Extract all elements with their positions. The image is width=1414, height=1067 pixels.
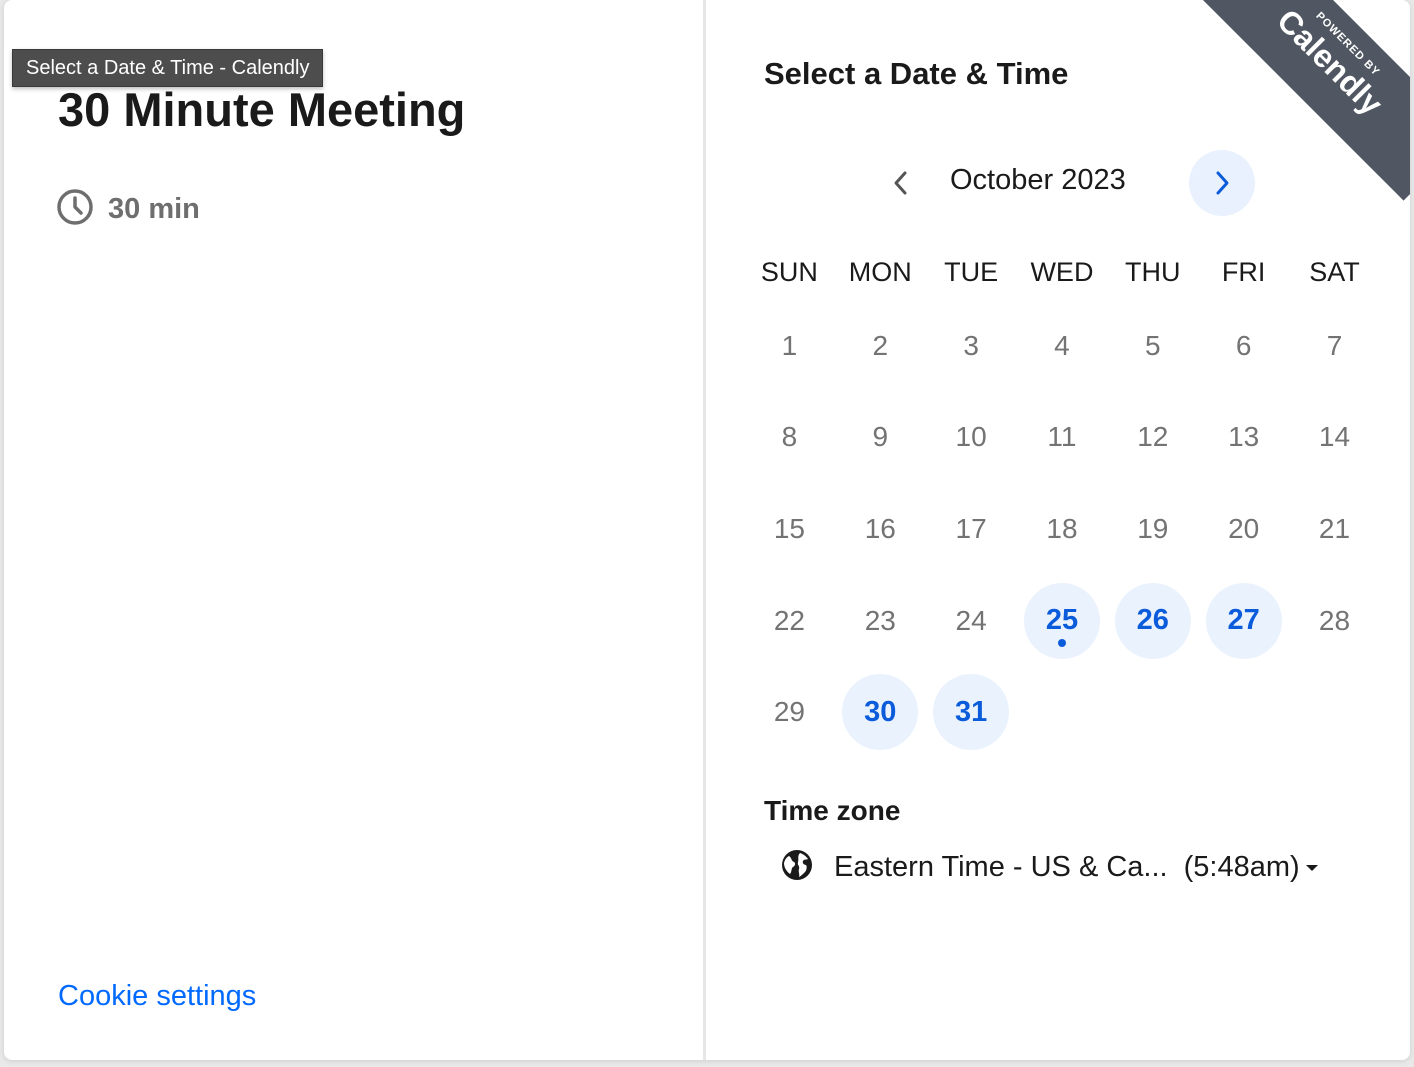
calendar-day-30[interactable]: 30 bbox=[835, 666, 926, 758]
weekday-thu: THU bbox=[1125, 257, 1181, 287]
timezone-current-time: (5:48am) bbox=[1183, 851, 1300, 883]
weekday-sun: SUN bbox=[760, 257, 818, 287]
calendar-day-3: 3 bbox=[926, 300, 1017, 392]
weekday-tue: TUE bbox=[944, 257, 999, 287]
calendar-day-29: 29 bbox=[744, 666, 835, 758]
day-number: 6 bbox=[1235, 329, 1252, 361]
day-number: 20 bbox=[1228, 512, 1260, 544]
calendar-day-31[interactable]: 31 bbox=[926, 666, 1017, 758]
event-title: 30 Minute Meeting bbox=[58, 83, 466, 136]
event-details-panel: 30 Minute Meeting 30 min Cookie settings bbox=[4, 0, 706, 1060]
day-number: 10 bbox=[955, 421, 987, 453]
weekday-wed: WED bbox=[1030, 257, 1094, 287]
timezone-selector[interactable]: Eastern Time - US & Ca... (5:48am) bbox=[780, 848, 1318, 887]
calendar-day-19: 19 bbox=[1107, 483, 1198, 575]
day-number: 9 bbox=[872, 421, 889, 453]
calendar-grid: 1 2 3 4 5 6 7 8 9 10 11 12 13 14 15 16 17 18 19 20 21 22 23 24 2… bbox=[744, 300, 1380, 758]
calendar-day-17: 17 bbox=[926, 483, 1017, 575]
day-number: 19 bbox=[1137, 512, 1169, 544]
event-duration: 30 min bbox=[56, 188, 200, 231]
previous-month-button[interactable] bbox=[868, 150, 934, 216]
day-number: 16 bbox=[864, 512, 896, 544]
calendar-day-1: 1 bbox=[744, 300, 835, 392]
weekday-mon: MON bbox=[848, 257, 912, 287]
calendar-day-12: 12 bbox=[1107, 392, 1198, 484]
caret-down-icon bbox=[1305, 864, 1318, 871]
calendar-day-20: 20 bbox=[1198, 483, 1289, 575]
day-number: 4 bbox=[1054, 329, 1070, 361]
calendar-day-6: 6 bbox=[1198, 300, 1289, 392]
chevron-left-icon bbox=[894, 171, 907, 195]
calendar-day-15: 15 bbox=[744, 483, 835, 575]
available-day-button[interactable]: 31 bbox=[933, 674, 1010, 751]
clock-icon bbox=[56, 188, 94, 231]
calendar-day-13: 13 bbox=[1198, 392, 1289, 484]
calendar-day-9: 9 bbox=[835, 392, 926, 484]
duration-label: 30 min bbox=[108, 193, 200, 225]
day-number: 24 bbox=[955, 604, 987, 636]
day-number: 3 bbox=[963, 329, 979, 361]
day-number: 26 bbox=[1136, 604, 1169, 637]
day-number: 22 bbox=[773, 604, 805, 636]
available-day-button[interactable]: 26 bbox=[1114, 582, 1191, 659]
timezone-name: Eastern Time - US & Ca... bbox=[834, 851, 1168, 883]
day-number: 31 bbox=[954, 695, 988, 728]
calendar-day-26[interactable]: 26 bbox=[1107, 575, 1198, 667]
day-number: 7 bbox=[1326, 329, 1343, 361]
calendar-day-16: 16 bbox=[835, 483, 926, 575]
available-day-button[interactable]: 30 bbox=[842, 674, 919, 751]
day-number: 1 bbox=[781, 329, 798, 361]
day-number: 2 bbox=[872, 329, 889, 361]
weekday-fri: FRI bbox=[1221, 257, 1266, 287]
today-indicator-dot bbox=[1057, 638, 1066, 647]
calendar-day-25[interactable]: 25 bbox=[1017, 575, 1108, 667]
available-day-button[interactable]: 25 bbox=[1023, 582, 1100, 659]
calendar-day-22: 22 bbox=[744, 575, 835, 667]
day-number: 21 bbox=[1318, 512, 1351, 544]
weekday-sat: SAT bbox=[1309, 257, 1360, 287]
calendar-day-28: 28 bbox=[1289, 575, 1380, 667]
calendar-day-21: 21 bbox=[1289, 483, 1380, 575]
day-number: 28 bbox=[1318, 604, 1351, 636]
date-picker-panel: POWERED BY Calendly Select a Date & Time… bbox=[706, 0, 1410, 1060]
calendar-day-4: 4 bbox=[1017, 300, 1108, 392]
calendar-day-11: 11 bbox=[1017, 392, 1108, 484]
next-month-button[interactable] bbox=[1189, 150, 1255, 216]
calendar-day-14: 14 bbox=[1289, 392, 1380, 484]
day-number: 13 bbox=[1228, 421, 1260, 453]
calendar-day-5: 5 bbox=[1107, 300, 1198, 392]
day-number: 17 bbox=[955, 512, 987, 544]
day-number: 27 bbox=[1227, 604, 1260, 637]
day-number: 12 bbox=[1137, 421, 1169, 453]
calendar-day-24: 24 bbox=[926, 575, 1017, 667]
available-day-button[interactable]: 27 bbox=[1205, 582, 1282, 659]
day-number: 5 bbox=[1145, 329, 1161, 361]
calendar-day-7: 7 bbox=[1289, 300, 1380, 392]
calendar-day-10: 10 bbox=[926, 392, 1017, 484]
day-number: 8 bbox=[781, 421, 798, 453]
timezone-title: Time zone bbox=[764, 795, 901, 826]
month-label: October 2023 bbox=[950, 164, 1126, 196]
calendar-day-2: 2 bbox=[835, 300, 926, 392]
day-number: 30 bbox=[864, 695, 897, 728]
calendar-day-8: 8 bbox=[744, 392, 835, 484]
weekday-header: SUN MON TUE WED THU FRI SAT bbox=[744, 254, 1380, 290]
month-navigation: October 2023 bbox=[706, 150, 1410, 216]
day-number: 18 bbox=[1046, 512, 1078, 544]
scheduling-widget: 30 Minute Meeting 30 min Cookie settings… bbox=[4, 0, 1410, 1060]
cookie-settings-link[interactable]: Cookie settings bbox=[58, 980, 256, 1013]
chevron-right-icon bbox=[1216, 171, 1229, 195]
day-number: 25 bbox=[1045, 604, 1079, 637]
calendar-day-18: 18 bbox=[1017, 483, 1108, 575]
day-number: 29 bbox=[773, 696, 805, 728]
day-number: 14 bbox=[1318, 421, 1351, 453]
section-title: Select a Date & Time bbox=[764, 56, 1069, 91]
globe-icon bbox=[780, 848, 814, 887]
calendar-day-27[interactable]: 27 bbox=[1198, 575, 1289, 667]
window-title-tooltip: Select a Date & Time - Calendly bbox=[12, 49, 324, 87]
day-number: 15 bbox=[773, 512, 805, 544]
calendar-day-23: 23 bbox=[835, 575, 926, 667]
day-number: 11 bbox=[1047, 421, 1077, 453]
day-number: 23 bbox=[864, 604, 896, 636]
